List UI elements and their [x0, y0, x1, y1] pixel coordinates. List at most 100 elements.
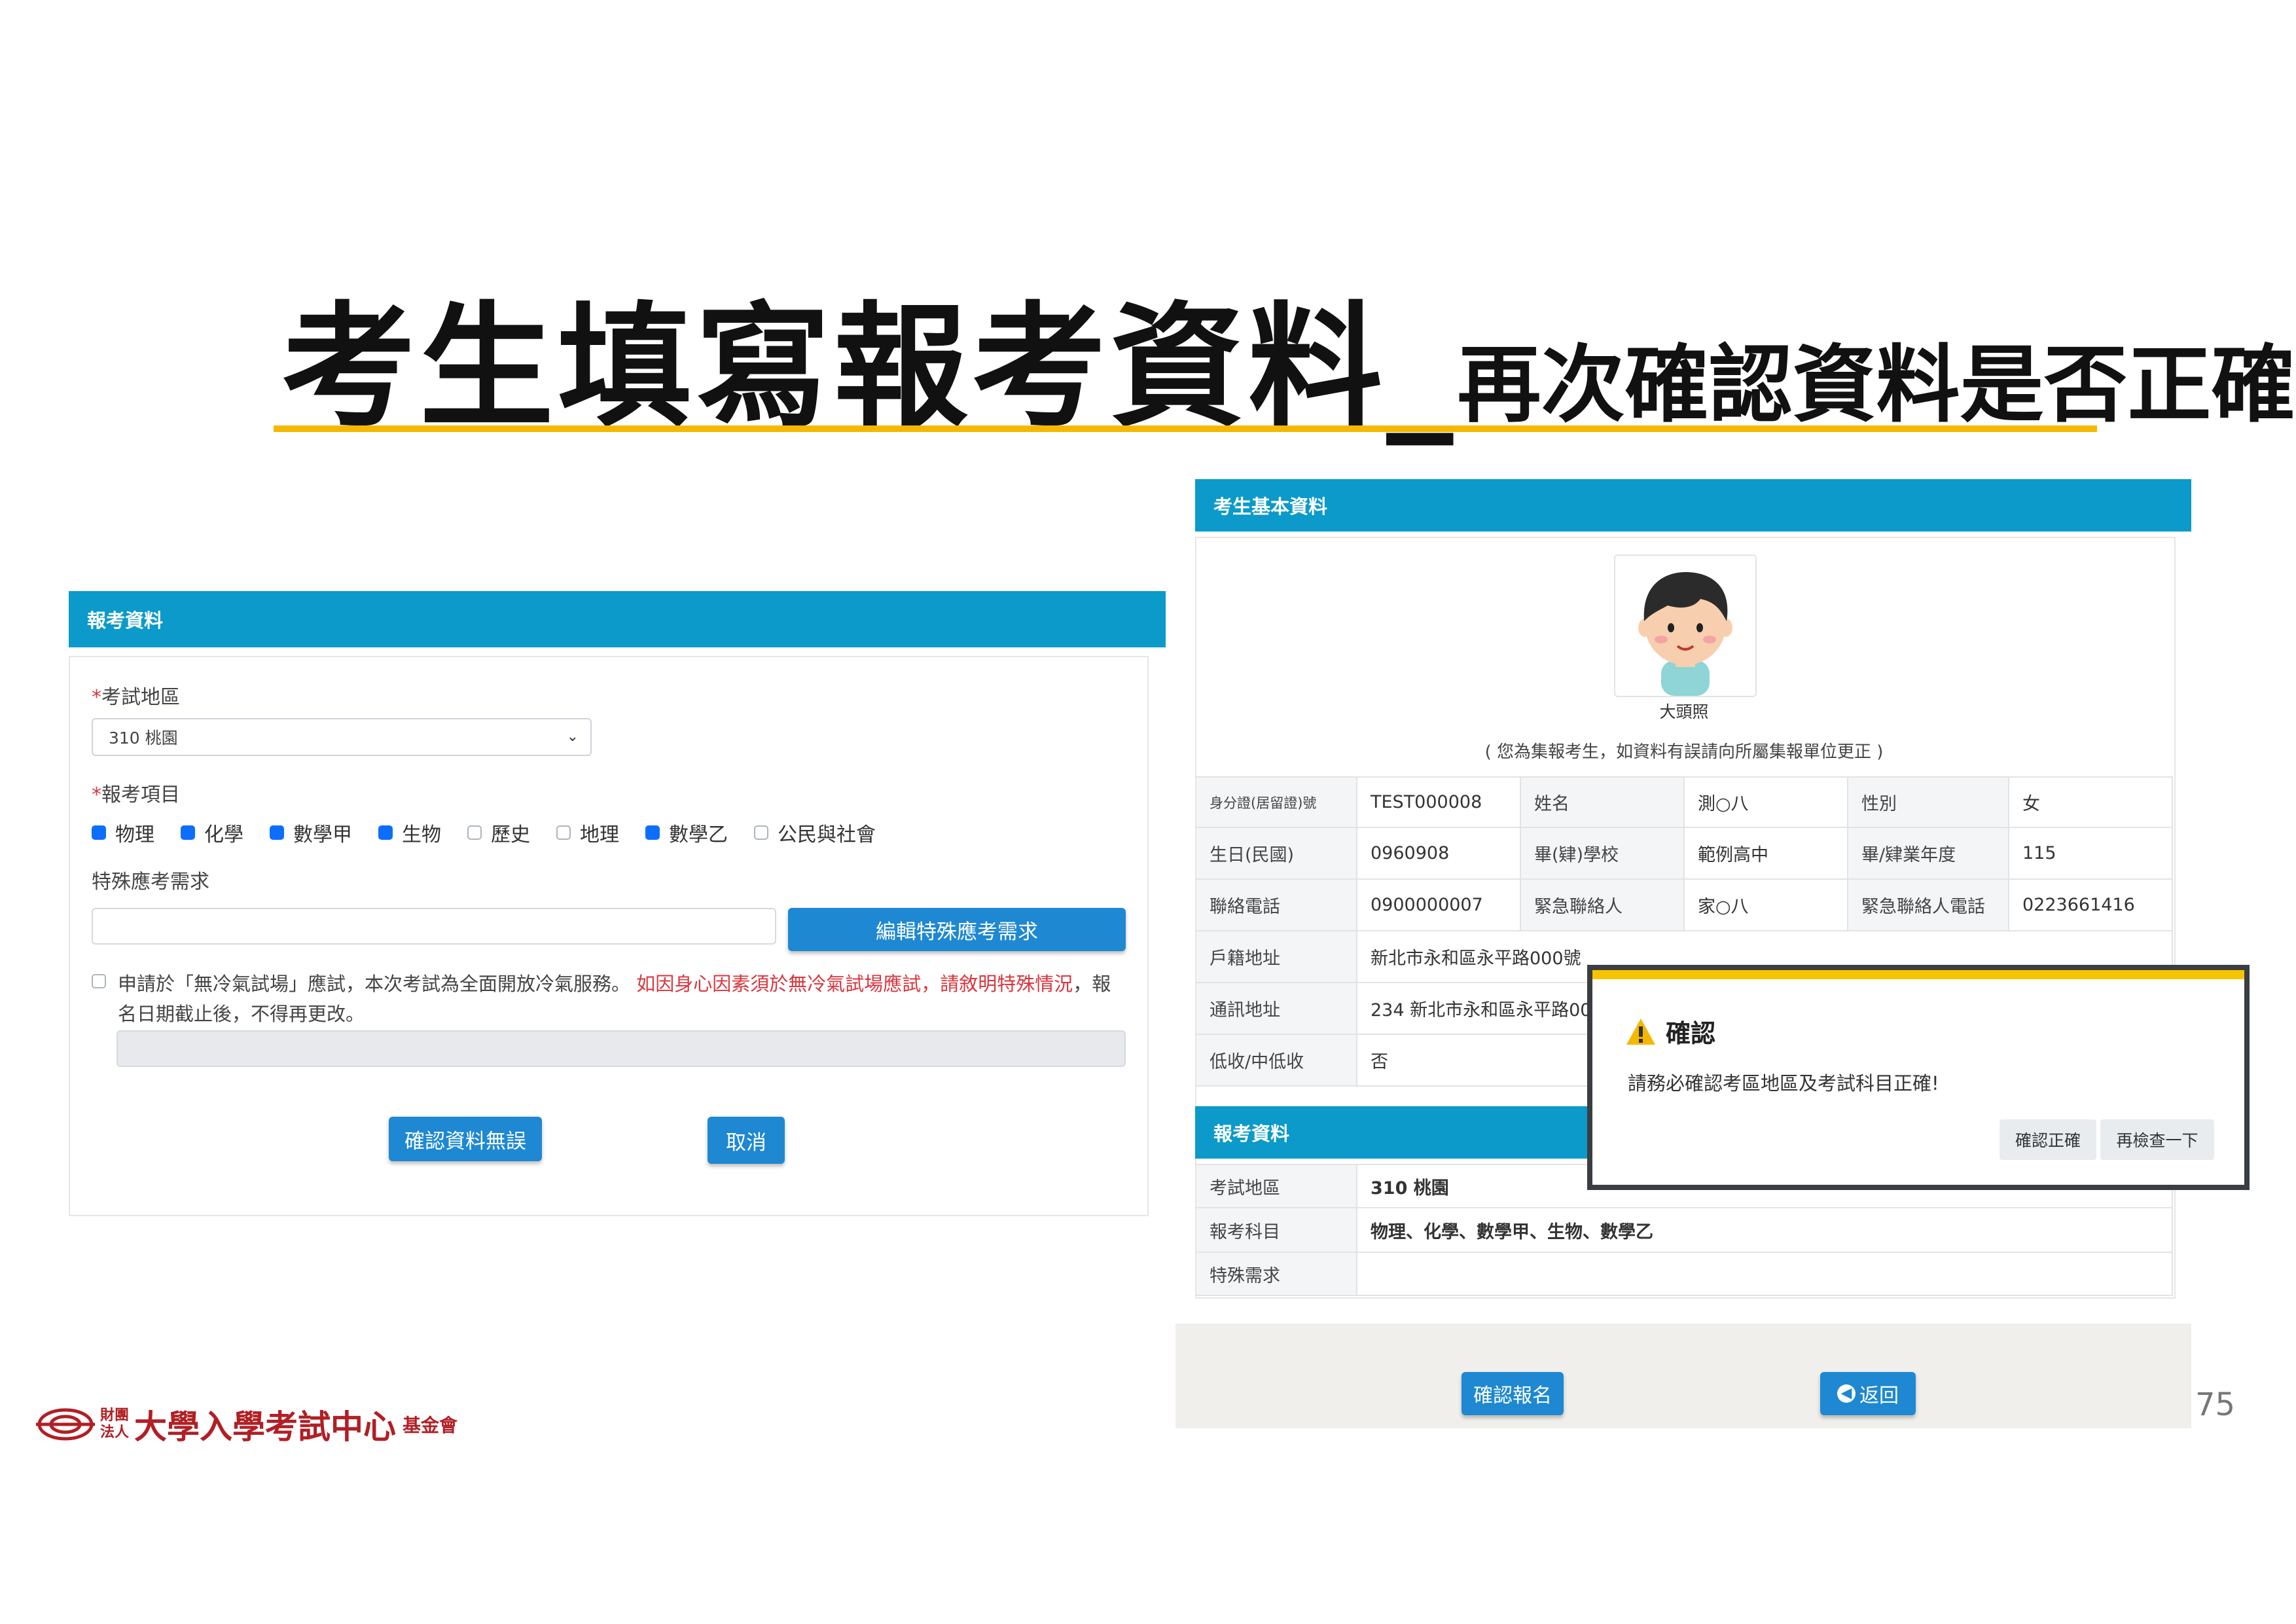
required-mark: * [92, 784, 101, 806]
info-header-cell: 生日(民國) [1196, 828, 1357, 880]
subject-name: 數學乙 [669, 823, 728, 846]
subject-checkbox[interactable] [181, 825, 195, 840]
subject-option[interactable]: 地理 [556, 818, 619, 847]
subject-name: 地理 [580, 823, 619, 846]
confirm-data-button[interactable]: 確認資料無誤 [389, 1117, 542, 1161]
warning-icon [1626, 1018, 1655, 1045]
region-label-text: 考試地區 [101, 686, 180, 709]
confirm-correct-button[interactable]: 確認正確 [2000, 1119, 2096, 1160]
required-mark: * [92, 686, 101, 709]
special-needs-input[interactable] [92, 908, 776, 945]
data-correction-notice: ( 您為集報考生，如資料有誤請向所屬集報單位更正 ) [1484, 742, 1884, 762]
subject-option[interactable]: 數學乙 [645, 818, 728, 847]
subject-checkbox[interactable] [378, 825, 393, 840]
info-header-cell: 畢(肄)學校 [1521, 828, 1685, 880]
subject-option[interactable]: 公民與社會 [754, 818, 876, 847]
info-value-cell: 測○八 [1685, 776, 1848, 828]
no-aircon-checkbox[interactable] [92, 974, 106, 988]
address-header-cell: 戶籍地址 [1196, 931, 1357, 983]
back-button[interactable]: ◀ 返回 [1820, 1372, 1916, 1415]
organization-logo: 財團 法人 大學入學考試中心 基金會 [36, 1401, 457, 1448]
info-header-cell: 聯絡電話 [1196, 880, 1357, 931]
info-value-cell: 115 [2009, 828, 2173, 880]
subject-option[interactable]: 數學甲 [270, 818, 352, 847]
logo-small-bottom: 法人 [100, 1424, 130, 1441]
back-arrow-icon: ◀ [1837, 1384, 1856, 1403]
info-header-cell: 身分證(居留證)號 [1196, 776, 1357, 828]
exam-data-title: 報考資料 [1213, 1123, 1290, 1145]
no-aircon-text-warning: 如因身心因素須於無冷氣試場應試，請敘明特殊情況 [636, 973, 1073, 995]
no-aircon-text: 申請於「無冷氣試場」應試，本次考試為全面開放冷氣服務。 如因身心因素須於無冷氣試… [118, 969, 1126, 1029]
subject-name: 生物 [402, 823, 441, 846]
avatar-icon [1638, 572, 1732, 696]
chevron-down-icon: ⌄ [566, 729, 579, 745]
subject-checkbox[interactable] [645, 825, 660, 840]
logo-suffix: 基金會 [403, 1415, 458, 1436]
exam-header-cell: 特殊需求 [1196, 1253, 1357, 1296]
info-header-cell: 姓名 [1521, 776, 1685, 828]
subject-checkbox[interactable] [467, 825, 482, 840]
logo-name: 大學入學考試中心 [134, 1407, 397, 1446]
dialog-title-text: 確認 [1666, 1019, 1716, 1048]
info-value-cell: 女 [2009, 776, 2173, 828]
address-header-cell: 通訊地址 [1196, 983, 1357, 1035]
subject-name: 化學 [204, 823, 243, 846]
region-select-value: 310 桃園 [109, 729, 178, 748]
subject-checkbox[interactable] [92, 825, 106, 840]
no-aircon-reason-field[interactable] [117, 1030, 1126, 1067]
slide-title: 考生填寫報考資料_再次確認資料是否正確 [281, 259, 2295, 453]
info-value-cell: 0223661416 [2009, 880, 2173, 931]
no-aircon-text-main: 申請於「無冷氣試場」應試，本次考試為全面開放冷氣服務。 [118, 973, 631, 995]
recheck-button[interactable]: 再檢查一下 [2100, 1119, 2214, 1160]
logo-small-text: 財團 法人 [100, 1407, 129, 1441]
dialog-message: 請務必確認考區地區及考試科目正確! [1628, 1072, 1939, 1094]
right-panel-title: 考生基本資料 [1213, 496, 1328, 518]
info-value-cell: 0960908 [1357, 828, 1521, 880]
subject-name: 公民與社會 [778, 823, 876, 846]
info-value-cell: 家○八 [1685, 880, 1848, 931]
info-value-cell: 範例高中 [1685, 828, 1848, 880]
subject-checkbox[interactable] [270, 825, 284, 840]
subject-option[interactable]: 生物 [378, 818, 441, 847]
subject-name: 數學甲 [293, 823, 352, 846]
subject-name: 歷史 [491, 823, 530, 846]
info-header-cell: 緊急聯絡人電話 [1848, 880, 2009, 931]
confirm-dialog: 確認 請務必確認考區地區及考試科目正確! 確認正確 再檢查一下 [1587, 965, 2250, 1190]
title-underline [274, 425, 2097, 432]
dialog-title: 確認 [1625, 1013, 1715, 1049]
left-panel-header: 報考資料 [69, 591, 1166, 647]
subject-checkbox-group: 物理 化學 數學甲 生物 歷史 地理 數學乙 公民與社會 [92, 818, 902, 847]
slide-title-main: 考生填寫報考資料_ [281, 290, 1458, 446]
subject-checkbox[interactable] [754, 825, 768, 840]
confirm-signup-button[interactable]: 確認報名 [1462, 1372, 1564, 1415]
logo-small-top: 財團 [100, 1407, 130, 1424]
avatar [1614, 554, 1757, 697]
info-value-cell: TEST000008 [1357, 776, 1521, 828]
info-header-cell: 緊急聯絡人 [1521, 880, 1685, 931]
info-header-cell: 畢/肄業年度 [1848, 828, 2009, 880]
region-select[interactable]: 310 桃園 ⌄ [92, 718, 592, 756]
exam-value-cell: 物理、化學、數學甲、生物、數學乙 [1357, 1208, 2173, 1253]
info-header-cell: 性別 [1848, 776, 2009, 828]
region-label: *考試地區 [92, 681, 180, 710]
exam-header-cell: 考試地區 [1196, 1164, 1357, 1208]
subject-checkbox[interactable] [556, 825, 571, 840]
exam-value-cell [1357, 1253, 2173, 1296]
subject-option[interactable]: 歷史 [467, 818, 530, 847]
action-bar [1175, 1324, 2191, 1428]
page-number: 75 [2195, 1386, 2236, 1423]
right-panel-header: 考生基本資料 [1195, 479, 2191, 532]
cancel-button[interactable]: 取消 [708, 1117, 785, 1164]
exam-header-cell: 報考科目 [1196, 1208, 1357, 1253]
subject-name: 物理 [115, 823, 154, 846]
left-panel-title: 報考資料 [87, 609, 164, 632]
slide-title-sub: 再次確認資料是否正確 [1457, 336, 2295, 434]
address-header-cell: 低收/中低收 [1196, 1035, 1357, 1087]
subject-option[interactable]: 化學 [181, 818, 243, 847]
dialog-accent-bar [1592, 970, 2244, 979]
edit-special-needs-button[interactable]: 編輯特殊應考需求 [788, 908, 1126, 951]
special-needs-label: 特殊應考需求 [92, 871, 209, 893]
subjects-label: *報考項目 [92, 778, 180, 807]
photo-caption: 大頭照 [1659, 702, 1709, 721]
subject-option[interactable]: 物理 [92, 818, 154, 847]
